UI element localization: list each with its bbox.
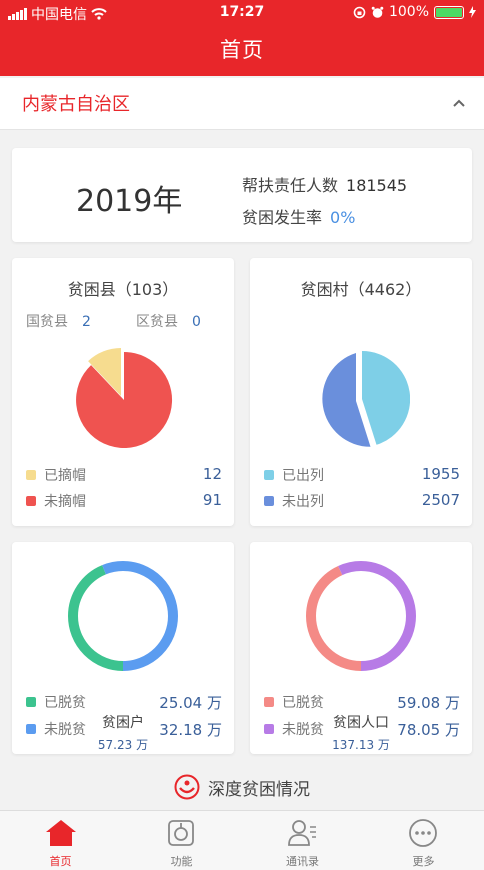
legend-row: 未摘帽 91 xyxy=(26,491,222,511)
household-donut-svg xyxy=(68,561,178,671)
responsible-label: 帮扶责任人数 xyxy=(242,176,339,195)
legend-swatch xyxy=(26,697,36,707)
nav-bar: 首页 xyxy=(0,26,484,76)
legend-row: 已脱贫 59.08 万 xyxy=(264,692,460,712)
legend-label: 已脱贫 xyxy=(44,695,86,711)
national-county-row: 国贫县 2 xyxy=(26,311,91,331)
legend-value: 32.18 万 xyxy=(159,721,222,739)
region-name: 内蒙古自治区 xyxy=(22,94,130,115)
status-bar: 中国电信 17:27 100% xyxy=(0,0,484,26)
legend-swatch xyxy=(26,470,36,480)
tab-bar: 首页 功能 通讯录 更多 xyxy=(0,810,484,870)
village-pie-chart xyxy=(322,350,410,447)
rate-label: 贫困发生率 xyxy=(242,208,323,227)
status-right: 100% xyxy=(353,4,476,20)
home-icon xyxy=(46,820,76,846)
tab-more[interactable]: 更多 xyxy=(363,811,484,870)
county-card-title: 贫困县（103） xyxy=(67,280,179,299)
tab-label: 功能 xyxy=(170,855,193,868)
legend-swatch xyxy=(26,496,36,506)
summary-card: 2019年 帮扶责任人数 181545 贫困发生率 0% xyxy=(12,148,472,242)
legend-value: 78.05 万 xyxy=(397,721,460,739)
legend-value: 91 xyxy=(202,491,222,509)
population-card[interactable]: 贫困人口 137.13 万 已脱贫 59.08 万 未脱贫 78.05 万 xyxy=(250,542,472,754)
function-icon xyxy=(168,820,194,846)
deep-poverty-inner: 深度贫困情况 xyxy=(174,774,310,800)
more-icon xyxy=(409,819,437,847)
national-county-label: 国贫县 xyxy=(26,314,68,330)
charging-icon xyxy=(469,6,476,18)
tab-function[interactable]: 功能 xyxy=(121,811,242,870)
page-title: 首页 xyxy=(220,38,264,62)
pie-slice-not-removed xyxy=(76,351,173,448)
deep-poverty-label: 深度贫困情况 xyxy=(208,779,310,800)
tab-label: 首页 xyxy=(49,855,72,868)
legend-label: 未摘帽 xyxy=(44,494,86,510)
chevron-up-icon[interactable] xyxy=(450,94,468,112)
legend-swatch xyxy=(264,724,274,734)
legend-row: 已出列 1955 xyxy=(264,465,460,485)
household-donut-chart: 贫困户 57.23 万 xyxy=(67,560,179,752)
tab-label: 通讯录 xyxy=(286,855,319,868)
tab-contacts[interactable]: 通讯录 xyxy=(242,811,363,870)
legend-row: 已脱贫 25.04 万 xyxy=(26,692,222,712)
population-donut-chart: 贫困人口 137.13 万 xyxy=(305,560,417,752)
legend-label: 未出列 xyxy=(282,494,324,510)
rate-value: 0% xyxy=(330,208,356,227)
legend-swatch xyxy=(264,470,274,480)
legend-value: 12 xyxy=(202,465,222,483)
legend-row: 未脱贫 78.05 万 xyxy=(264,719,460,739)
district-county-label: 区贫县 xyxy=(136,314,178,330)
legend-value: 59.08 万 xyxy=(397,694,460,712)
region-selector[interactable]: 内蒙古自治区 xyxy=(0,78,484,130)
village-card[interactable]: 贫困村（4462） 已出列 1955 未出列 2507 xyxy=(250,258,472,526)
rotation-lock-icon xyxy=(353,6,366,18)
legend-value: 1955 xyxy=(421,465,460,483)
tab-label: 更多 xyxy=(412,855,435,868)
legend-label: 已摘帽 xyxy=(44,468,86,484)
legend-value: 25.04 万 xyxy=(159,694,222,712)
battery-percent: 100% xyxy=(388,4,429,20)
pie-slice-listed xyxy=(362,350,410,445)
poverty-aid-icon xyxy=(174,774,200,800)
village-card-title: 贫困村（4462） xyxy=(300,280,422,299)
responsible-count-row: 帮扶责任人数 181545 xyxy=(242,172,407,196)
legend-row: 未脱贫 32.18 万 xyxy=(26,719,222,739)
legend-row: 未出列 2507 xyxy=(264,491,460,511)
contacts-icon xyxy=(288,820,316,846)
poverty-rate-row: 贫困发生率 0% xyxy=(242,204,355,228)
deep-poverty-link[interactable]: 深度贫困情况 xyxy=(0,774,484,808)
summary-year: 2019年 xyxy=(76,184,183,219)
legend-swatch xyxy=(264,697,274,707)
legend-label: 已脱贫 xyxy=(282,695,324,711)
legend-swatch xyxy=(264,496,274,506)
legend-label: 已出列 xyxy=(282,468,324,484)
legend-label: 未脱贫 xyxy=(44,722,86,738)
responsible-value: 181545 xyxy=(346,176,408,195)
population-donut-svg xyxy=(306,561,416,671)
district-county-value: 0 xyxy=(192,314,201,330)
county-pie-chart xyxy=(76,348,173,448)
legend-value: 2507 xyxy=(421,491,460,509)
legend-swatch xyxy=(26,724,36,734)
legend-label: 未脱贫 xyxy=(282,722,324,738)
national-county-value: 2 xyxy=(82,314,91,330)
alarm-icon xyxy=(371,6,384,18)
legend-row: 已摘帽 12 xyxy=(26,465,222,485)
county-card[interactable]: 贫困县（103） 国贫县 2 区贫县 0 已摘帽 12 未摘帽 91 xyxy=(12,258,234,526)
tab-home[interactable]: 首页 xyxy=(0,811,121,870)
district-county-row: 区贫县 0 xyxy=(136,311,201,331)
battery-icon xyxy=(434,5,464,19)
household-card[interactable]: 贫困户 57.23 万 已脱贫 25.04 万 未脱贫 32.18 万 xyxy=(12,542,234,754)
